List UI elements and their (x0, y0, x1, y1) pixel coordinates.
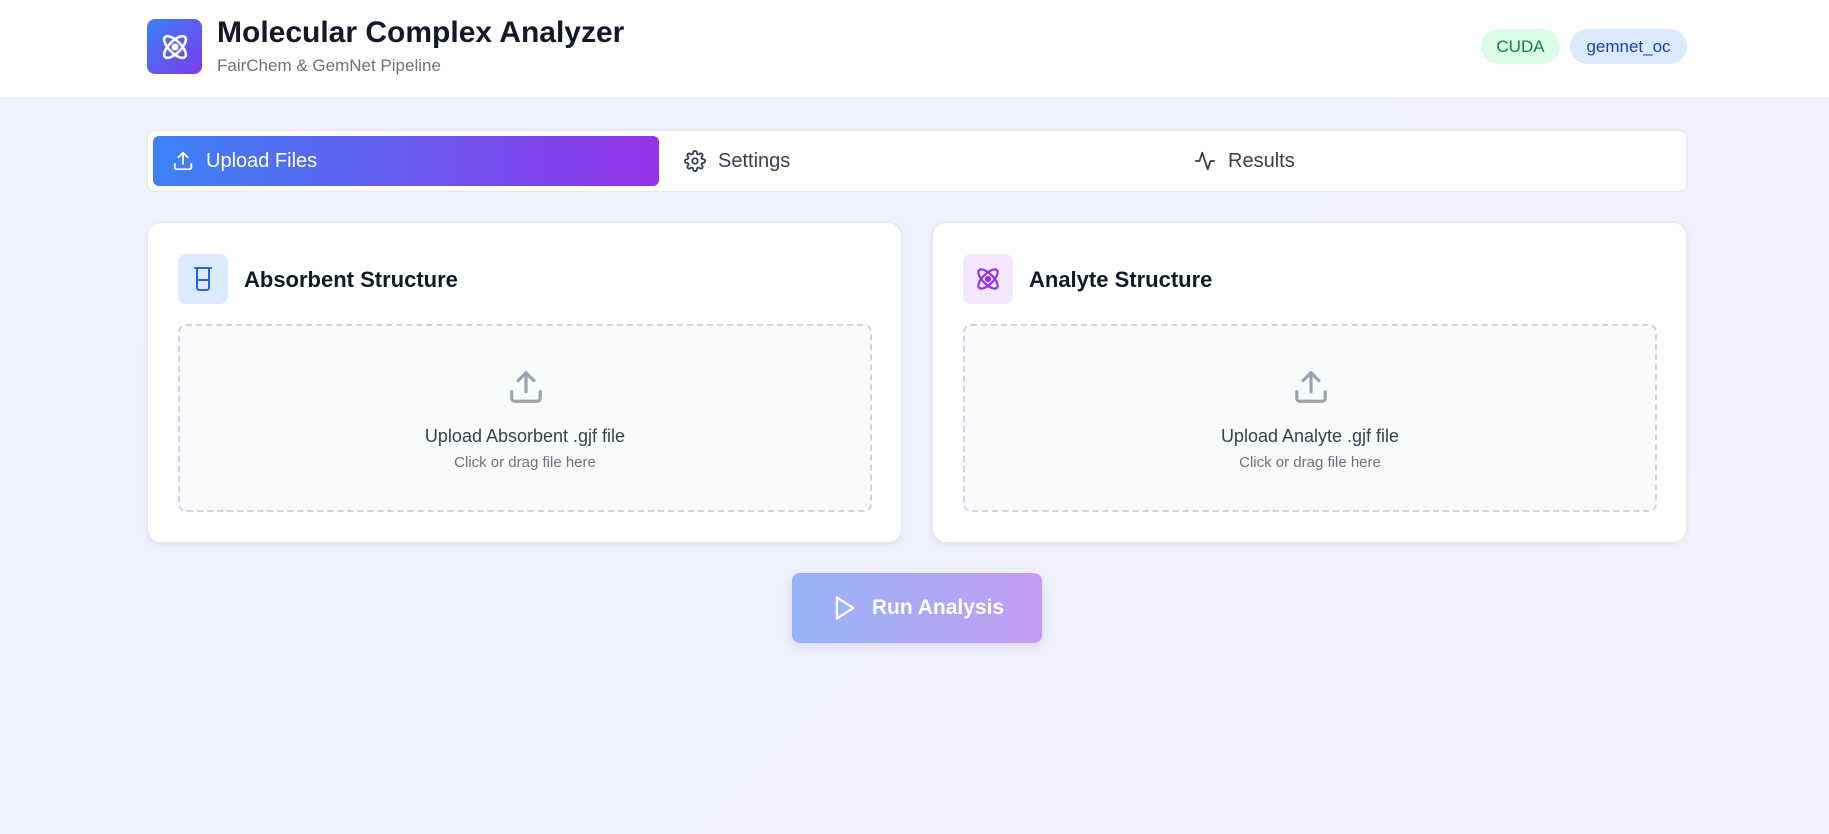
card-title: Absorbent Structure (244, 267, 458, 292)
upload-label: Upload Analyte .gjf file (1220, 426, 1400, 446)
tab-label: Results (1228, 149, 1295, 172)
atom-icon (147, 19, 202, 74)
upload-icon (173, 151, 193, 171)
analyte-card: Analyte Structure Upload Analyte .gjf fi… (932, 222, 1687, 543)
upload-icon (1295, 371, 1327, 403)
tab-label: Settings (718, 149, 791, 172)
absorbent-dropzone[interactable]: Upload Absorbent .gjf file Click or drag… (178, 324, 872, 512)
absorbent-card: Absorbent Structure Upload Absorbent .gj… (147, 222, 902, 543)
upload-hint: Click or drag file here (1239, 454, 1381, 471)
tab-results[interactable]: Results (1194, 136, 1594, 186)
app-header: Molecular Complex Analyzer FairChem & Ge… (0, 0, 1829, 99)
device-badge: CUDA (1481, 29, 1560, 64)
activity-icon (1194, 151, 1216, 171)
app-subtitle: FairChem & GemNet Pipeline (217, 56, 441, 75)
upload-label: Upload Absorbent .gjf file (424, 426, 626, 446)
play-icon (835, 596, 855, 620)
run-analysis-label: Run Analysis (871, 596, 1005, 619)
tab-settings[interactable]: Settings (684, 136, 1084, 186)
analyte-dropzone[interactable]: Upload Analyte .gjf file Click or drag f… (963, 324, 1657, 512)
model-badge: gemnet_oc (1570, 29, 1687, 64)
run-analysis-button[interactable]: Run Analysis (792, 573, 1042, 643)
tab-bar: Upload Files Settings Results (147, 130, 1687, 192)
tab-label: Upload Files (206, 149, 318, 172)
beaker-icon (178, 254, 228, 304)
upload-hint: Click or drag file here (454, 454, 596, 471)
card-title: Analyte Structure (1029, 267, 1213, 292)
tab-upload-files[interactable]: Upload Files (153, 136, 659, 186)
atom-icon (963, 254, 1013, 304)
upload-icon (510, 371, 542, 403)
gear-icon (684, 150, 706, 172)
app-title: Molecular Complex Analyzer (217, 16, 625, 49)
